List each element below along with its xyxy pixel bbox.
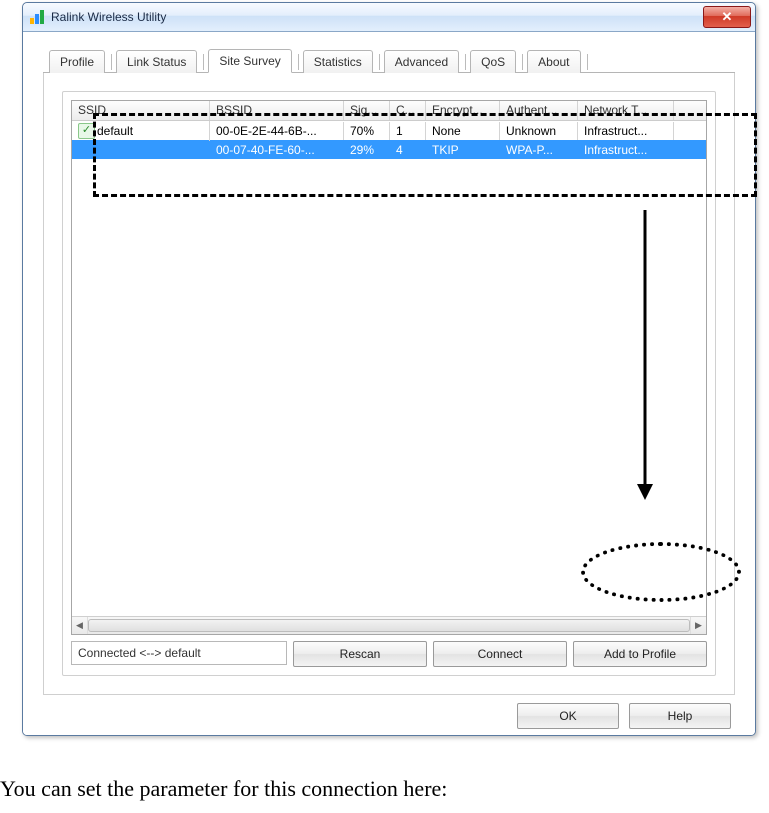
scroll-left-icon[interactable]: ◀ xyxy=(72,617,88,634)
tab-statistics[interactable]: Statistics xyxy=(303,50,373,73)
tab-separator xyxy=(111,54,112,70)
tab-link-status[interactable]: Link Status xyxy=(116,50,197,73)
tab-separator xyxy=(587,54,588,70)
scroll-thumb[interactable] xyxy=(88,619,690,632)
tab-about[interactable]: About xyxy=(527,50,580,73)
tab-bar: Profile Link Status Site Survey Statisti… xyxy=(43,48,735,73)
connected-icon: ✓ xyxy=(78,123,95,139)
cell-signal: 70% xyxy=(344,122,390,140)
cell-channel: 1 xyxy=(390,122,426,140)
client-area: Profile Link Status Site Survey Statisti… xyxy=(23,32,755,735)
network-list[interactable]: SSID BSSID Sig... C... Encrypt... Authen… xyxy=(71,100,707,635)
tab-label: Site Survey xyxy=(219,54,280,68)
site-survey-group: SSID BSSID Sig... C... Encrypt... Authen… xyxy=(62,91,716,676)
col-channel[interactable]: C... xyxy=(390,101,426,120)
tab-profile[interactable]: Profile xyxy=(49,50,105,73)
cell-encrypt: None xyxy=(426,122,500,140)
col-signal[interactable]: Sig... xyxy=(344,101,390,120)
scroll-right-icon[interactable]: ▶ xyxy=(690,617,706,634)
button-label: Rescan xyxy=(340,647,381,661)
connect-button[interactable]: Connect xyxy=(433,641,567,667)
cell-channel: 4 xyxy=(390,141,426,159)
table-body: ✓default 00-0E-2E-44-6B-... 70% 1 None U… xyxy=(72,121,706,616)
cell-ssid xyxy=(72,148,210,152)
button-label: OK xyxy=(559,709,576,723)
ok-button[interactable]: OK xyxy=(517,703,619,729)
status-text: Connected <--> default xyxy=(71,641,287,665)
tab-separator xyxy=(203,54,204,70)
table-row[interactable]: ✓default 00-0E-2E-44-6B-... 70% 1 None U… xyxy=(72,121,706,140)
table-header: SSID BSSID Sig... C... Encrypt... Authen… xyxy=(72,101,706,121)
window-title: Ralink Wireless Utility xyxy=(51,10,697,24)
cell-signal: 29% xyxy=(344,141,390,159)
col-network[interactable]: Network T... xyxy=(578,101,674,120)
tab-label: Statistics xyxy=(314,55,362,69)
col-bssid[interactable]: BSSID xyxy=(210,101,344,120)
button-label: Connect xyxy=(478,647,523,661)
tab-separator xyxy=(465,54,466,70)
cell-auth: Unknown xyxy=(500,122,578,140)
button-label: Add to Profile xyxy=(604,647,676,661)
tab-separator xyxy=(522,54,523,70)
add-to-profile-button[interactable]: Add to Profile xyxy=(573,641,707,667)
cell-ssid: default xyxy=(97,124,133,138)
cell-encrypt: TKIP xyxy=(426,141,500,159)
cell-network: Infrastruct... xyxy=(578,122,674,140)
tab-site-survey[interactable]: Site Survey xyxy=(208,49,291,73)
col-encrypt[interactable]: Encrypt... xyxy=(426,101,500,120)
rescan-button[interactable]: Rescan xyxy=(293,641,427,667)
titlebar[interactable]: Ralink Wireless Utility ✕ xyxy=(23,3,755,32)
action-row: Connected <--> default Rescan Connect Ad… xyxy=(71,641,707,667)
tab-separator xyxy=(298,54,299,70)
caption-text: You can set the parameter for this conne… xyxy=(0,776,447,802)
help-button[interactable]: Help xyxy=(629,703,731,729)
cell-bssid: 00-07-40-FE-60-... xyxy=(210,141,344,159)
tab-qos[interactable]: QoS xyxy=(470,50,516,73)
tab-label: Advanced xyxy=(395,55,448,69)
tab-panel: SSID BSSID Sig... C... Encrypt... Authen… xyxy=(43,73,735,695)
dialog-buttons: OK Help xyxy=(43,695,735,729)
tab-label: About xyxy=(538,55,569,69)
horizontal-scrollbar[interactable]: ◀ ▶ xyxy=(72,616,706,634)
close-button[interactable]: ✕ xyxy=(703,6,751,28)
cell-bssid: 00-0E-2E-44-6B-... xyxy=(210,122,344,140)
app-window: Ralink Wireless Utility ✕ Profile Link S… xyxy=(22,2,756,736)
tab-separator xyxy=(379,54,380,70)
tab-advanced[interactable]: Advanced xyxy=(384,50,459,73)
col-ssid[interactable]: SSID xyxy=(72,101,210,120)
col-auth[interactable]: Authent... xyxy=(500,101,578,120)
close-icon: ✕ xyxy=(722,9,733,25)
cell-auth: WPA-P... xyxy=(500,141,578,159)
app-icon xyxy=(29,9,45,25)
button-label: Help xyxy=(668,709,693,723)
cell-network: Infrastruct... xyxy=(578,141,674,159)
table-row[interactable]: 00-07-40-FE-60-... 29% 4 TKIP WPA-P... I… xyxy=(72,140,706,159)
tab-label: Link Status xyxy=(127,55,186,69)
tab-label: QoS xyxy=(481,55,505,69)
tab-label: Profile xyxy=(60,55,94,69)
